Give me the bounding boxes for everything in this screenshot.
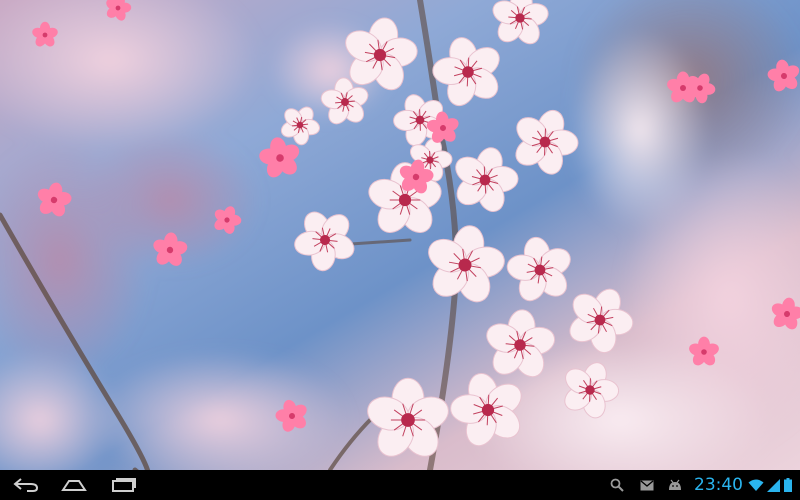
battery-icon[interactable] (782, 470, 794, 500)
signal-icon[interactable] (766, 470, 780, 500)
search-icon[interactable] (608, 470, 626, 500)
system-navigation-bar: 23:40 (0, 470, 800, 500)
android-notification-icon[interactable] (666, 470, 684, 500)
recent-apps-button[interactable] (102, 470, 146, 500)
home-button[interactable] (52, 470, 96, 500)
gmail-icon[interactable] (638, 470, 656, 500)
home-screen: 23:40 (0, 0, 800, 500)
clock[interactable]: 23:40 (694, 470, 743, 500)
recent-apps-icon (112, 478, 136, 492)
wifi-icon[interactable] (748, 470, 764, 500)
back-button[interactable] (4, 470, 48, 500)
home-icon (61, 480, 87, 491)
cherry-blossom-wallpaper (0, 0, 800, 470)
back-arrow-icon (13, 478, 39, 492)
